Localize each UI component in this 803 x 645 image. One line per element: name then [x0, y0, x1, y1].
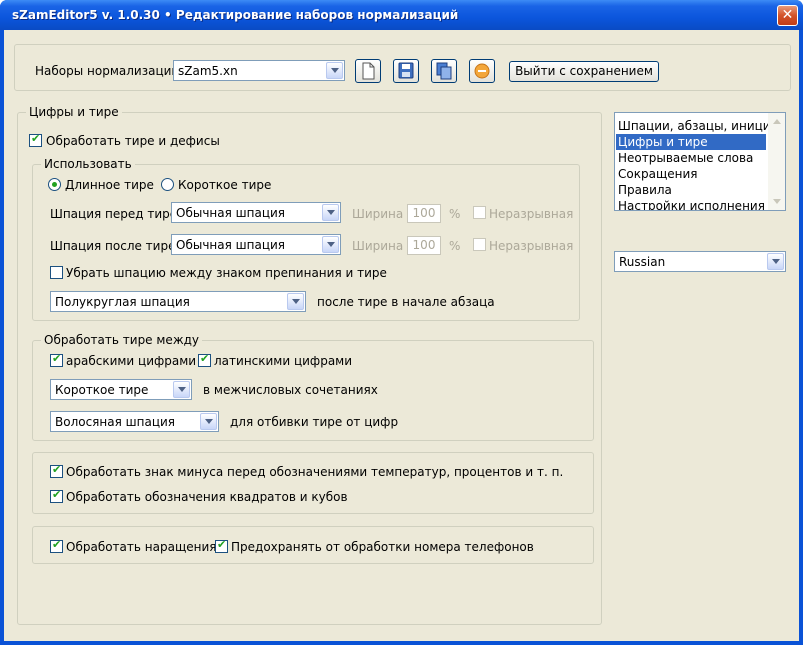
increments-checkbox[interactable]: [50, 538, 63, 553]
para-start-space-value: Полукруглая шпация: [55, 295, 190, 309]
scroll-up-icon[interactable]: [769, 114, 784, 129]
save-set-button[interactable]: [393, 59, 419, 83]
short-dash-radio[interactable]: [161, 178, 174, 191]
chevron-down-icon[interactable]: [322, 236, 339, 253]
language-value: Russian: [619, 255, 666, 269]
use-group: Использовать Длинное тире Короткое тире …: [32, 157, 580, 321]
sets-select-value: sZam5.xn: [178, 64, 238, 78]
dash-type-value: Короткое тире: [55, 383, 149, 397]
chevron-down-icon[interactable]: [326, 62, 343, 79]
arabic-digits-checkbox[interactable]: [50, 352, 63, 367]
copy-icon: [436, 62, 452, 80]
latin-digits-label: латинскими цифрами: [214, 354, 353, 368]
category-item[interactable]: Сокращения: [616, 166, 766, 182]
chevron-down-icon[interactable]: [767, 253, 784, 270]
phones-label: Предохранять от обработки номера телефон…: [231, 540, 534, 554]
category-scrollbar[interactable]: [768, 113, 785, 210]
remove-space-checkbox[interactable]: [50, 266, 63, 279]
space-after-value: Обычная шпация: [176, 238, 286, 252]
space-after-nonbreaking-label: Неразрывная: [489, 239, 574, 253]
chevron-down-icon[interactable]: [173, 381, 190, 398]
category-item-selected[interactable]: Цифры и тире: [616, 134, 766, 150]
minus-label: Обработать знак минуса перед обозначения…: [66, 465, 564, 479]
space-before-value: Обычная шпация: [176, 206, 286, 220]
increments-label: Обработать наращения: [66, 540, 217, 554]
window-title: sZamEditor5 v. 1.0.30 • Редактирование н…: [12, 8, 459, 22]
new-set-button[interactable]: [355, 59, 381, 83]
title-bar[interactable]: sZamEditor5 v. 1.0.30 • Редактирование н…: [0, 0, 803, 30]
space-before-width-input[interactable]: 100: [407, 204, 441, 223]
para-start-suffix: после тире в начале абзаца: [317, 295, 495, 309]
long-dash-label: Длинное тире: [65, 178, 154, 192]
dash-type-suffix: в межчисловых сочетаниях: [203, 383, 378, 397]
space-type-suffix: для отбивки тире от цифр: [230, 415, 399, 429]
language-select[interactable]: Russian: [614, 251, 786, 272]
space-after-unit: %: [449, 239, 461, 253]
process-dashes-checkbox[interactable]: [29, 132, 42, 147]
use-legend: Использовать: [41, 157, 135, 171]
between-legend: Обработать тире между: [41, 333, 203, 347]
category-item[interactable]: Шпации, абзацы, инициал: [616, 118, 785, 134]
space-before-nonbreaking-checkbox[interactable]: [473, 206, 486, 219]
close-button[interactable]: ✕: [777, 5, 798, 26]
chevron-down-icon[interactable]: [322, 204, 339, 221]
copy-set-button[interactable]: [431, 59, 457, 83]
squares-checkbox[interactable]: [50, 488, 63, 503]
save-icon: [398, 62, 414, 79]
sets-select[interactable]: sZam5.xn: [173, 60, 345, 81]
between-group: Обработать тире между арабскими цифрами …: [32, 333, 594, 441]
increments-group: Обработать наращения Предохранять от обр…: [32, 526, 594, 564]
space-after-label: Шпация после тире: [50, 239, 176, 253]
app-window: sZamEditor5 v. 1.0.30 • Редактирование н…: [0, 0, 803, 645]
sets-label: Наборы нормализаций: [35, 64, 180, 78]
arabic-digits-label: арабскими цифрами: [66, 354, 197, 368]
category-list[interactable]: Шпации, абзацы, инициал Цифры и тире Нео…: [614, 112, 786, 211]
space-before-width-label: Ширина: [352, 207, 404, 221]
chevron-down-icon[interactable]: [200, 413, 217, 430]
category-item[interactable]: Правила: [616, 182, 766, 198]
space-before-unit: %: [449, 207, 461, 221]
space-type-value: Волосяная шпация: [55, 415, 175, 429]
exit-save-button[interactable]: Выйти с сохранением: [509, 61, 659, 82]
space-before-nonbreaking-label: Неразрывная: [489, 207, 574, 221]
phones-checkbox[interactable]: [215, 538, 228, 553]
space-before-select[interactable]: Обычная шпация: [171, 202, 341, 223]
latin-digits-checkbox[interactable]: [198, 352, 211, 367]
remove-space-label: Убрать шпацию между знаком препинания и …: [66, 266, 387, 280]
category-item[interactable]: Настройки исполнения: [616, 198, 766, 210]
para-start-space-select[interactable]: Полукруглая шпация: [50, 291, 306, 312]
delete-set-button[interactable]: [469, 59, 495, 83]
space-type-select[interactable]: Волосяная шпация: [50, 411, 219, 432]
process-dashes-label: Обработать тире и дефисы: [46, 134, 220, 148]
minus-squares-group: Обработать знак минуса перед обозначения…: [32, 452, 594, 514]
sets-group: Наборы нормализаций sZam5.xn Выйти с сох…: [14, 44, 791, 91]
category-item[interactable]: Неотрываемые слова: [616, 150, 766, 166]
space-before-label: Шпация перед тире: [50, 207, 178, 221]
short-dash-label: Короткое тире: [178, 178, 272, 192]
space-after-select[interactable]: Обычная шпация: [171, 234, 341, 255]
scroll-down-icon[interactable]: [769, 194, 784, 209]
digits-dashes-legend: Цифры и тире: [26, 105, 122, 119]
digits-dashes-group: Цифры и тире Обработать тире и дефисы Ис…: [17, 105, 602, 625]
minus-checkbox[interactable]: [50, 463, 63, 478]
dash-type-select[interactable]: Короткое тире: [50, 379, 192, 400]
new-file-icon: [362, 62, 375, 80]
space-after-nonbreaking-checkbox[interactable]: [473, 238, 486, 251]
space-after-width-input[interactable]: 100: [407, 236, 441, 255]
long-dash-radio[interactable]: [48, 178, 61, 191]
squares-label: Обработать обозначения квадратов и кубов: [66, 490, 348, 504]
client-area: Наборы нормализаций sZam5.xn Выйти с сох…: [4, 30, 799, 641]
space-after-width-label: Ширина: [352, 239, 404, 253]
delete-icon: [474, 63, 490, 79]
chevron-down-icon[interactable]: [287, 293, 304, 310]
